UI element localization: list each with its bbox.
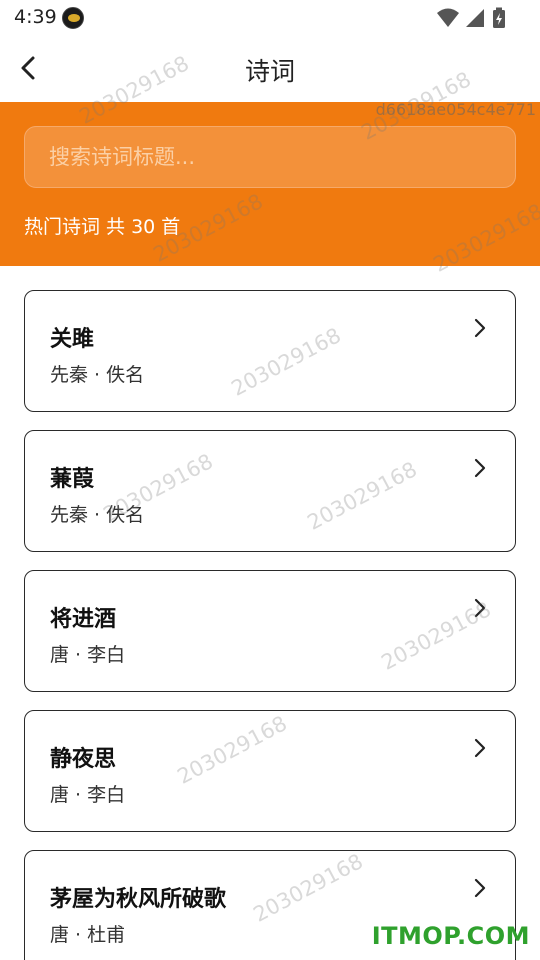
battery-charging-icon — [493, 7, 505, 28]
site-watermark-logo: ITMOP.COM — [371, 922, 530, 950]
poem-meta: 唐 · 李白 — [50, 644, 126, 666]
poem-title: 蒹葭 — [50, 467, 95, 492]
poem-meta: 先秦 · 佚名 — [50, 364, 145, 386]
chevron-right-icon — [474, 458, 486, 478]
chevron-right-icon — [474, 598, 486, 618]
page-title: 诗词 — [244, 57, 295, 86]
app-notification-icon — [62, 7, 84, 29]
poem-card[interactable]: 将进酒 唐 · 李白 — [24, 570, 516, 692]
poem-card[interactable]: 蒹葭 先秦 · 佚名 — [24, 430, 516, 552]
poem-card[interactable]: 关雎 先秦 · 佚名 — [24, 290, 516, 412]
poem-title: 关雎 — [50, 327, 95, 352]
chevron-right-icon — [474, 738, 486, 758]
hash-watermark: d6618ae054c4e771 — [375, 100, 536, 119]
chevron-right-icon — [474, 318, 486, 338]
signal-icon — [466, 9, 484, 27]
poem-meta: 唐 · 李白 — [50, 784, 126, 806]
poem-list: 关雎 先秦 · 佚名 蒹葭 先秦 · 佚名 将进酒 唐 · 李白 静夜思 唐 ·… — [24, 290, 516, 960]
poetry-page: 4:39 诗词 热门诗词 共 30 首 — [0, 0, 540, 960]
status-bar: 4:39 — [0, 0, 540, 36]
chevron-right-icon — [474, 878, 486, 898]
poem-title: 将进酒 — [50, 607, 117, 632]
search-input[interactable] — [25, 127, 515, 187]
poem-meta: 唐 · 杜甫 — [50, 924, 126, 946]
poem-title: 静夜思 — [50, 747, 117, 772]
poem-meta: 先秦 · 佚名 — [50, 504, 145, 526]
poem-card[interactable]: 静夜思 唐 · 李白 — [24, 710, 516, 832]
title-bar: 诗词 — [0, 36, 540, 102]
status-time: 4:39 — [14, 6, 57, 28]
hot-poems-count-label: 热门诗词 共 30 首 — [24, 216, 181, 238]
wifi-icon — [437, 8, 459, 27]
search-box[interactable] — [24, 126, 516, 188]
poem-title: 茅屋为秋风所破歌 — [50, 887, 227, 912]
header-panel: 热门诗词 共 30 首 — [0, 102, 540, 266]
